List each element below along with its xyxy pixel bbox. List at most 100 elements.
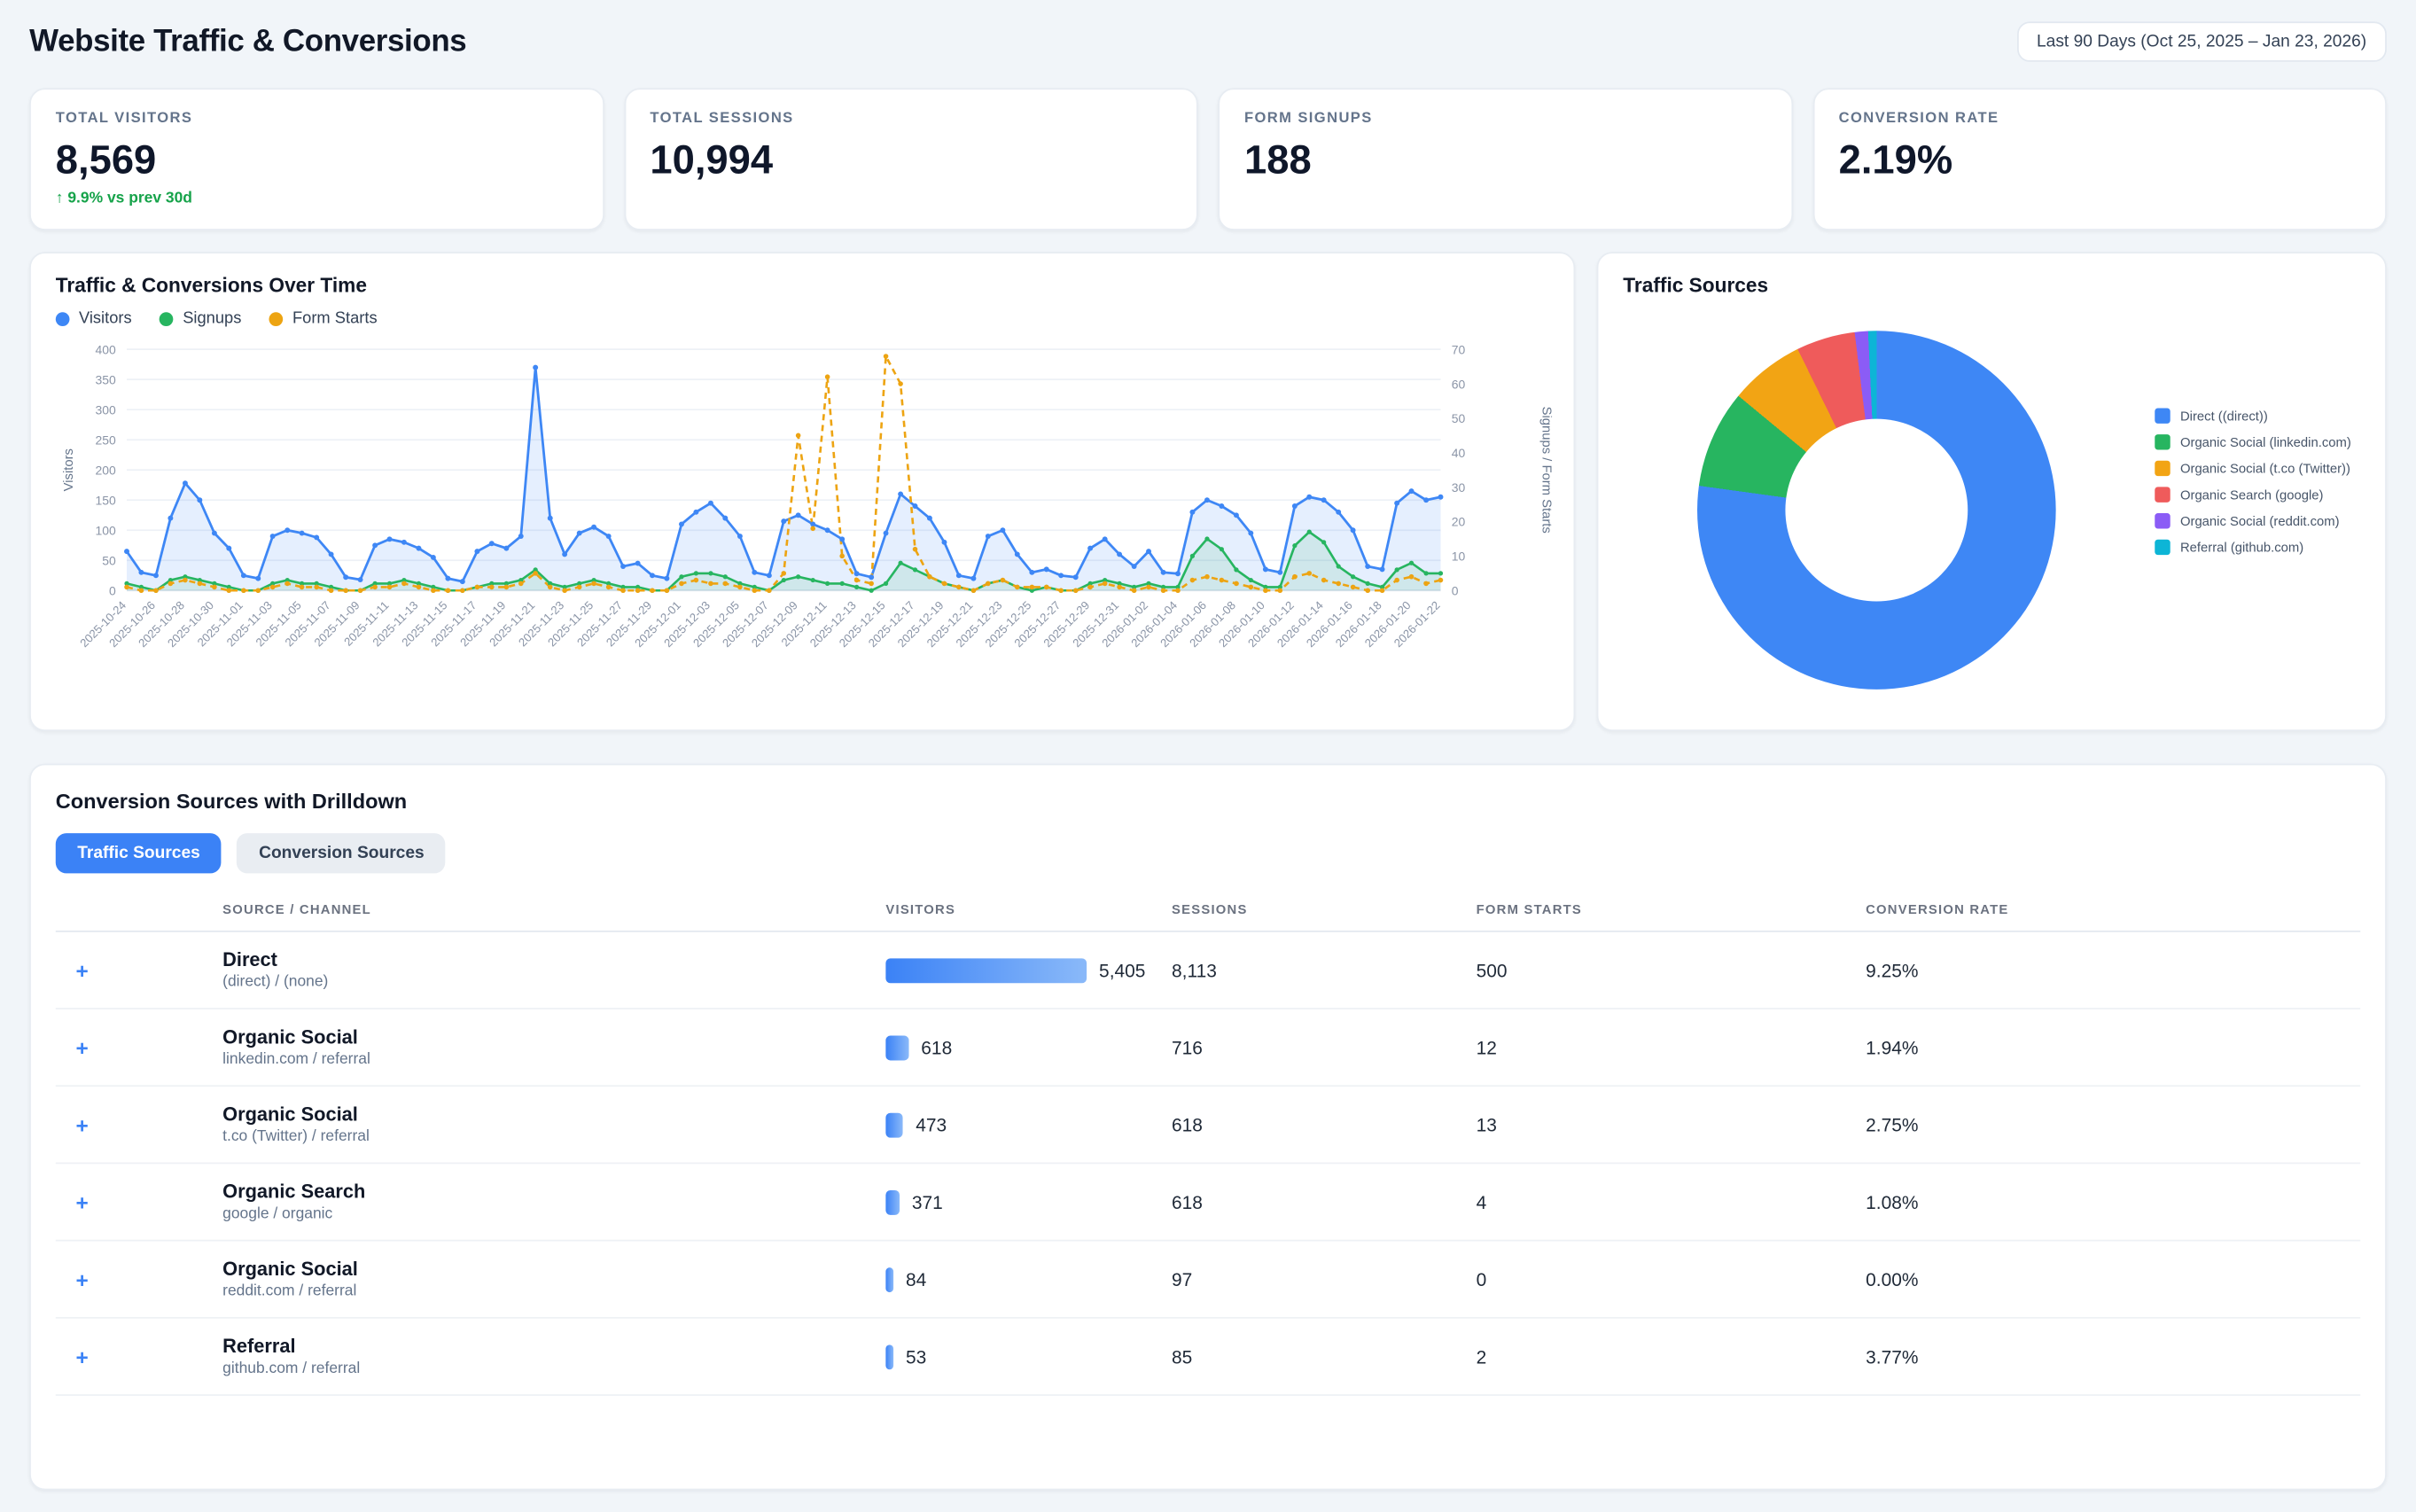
expand-row-button[interactable]: +: [56, 957, 222, 982]
sessions-value: 97: [1172, 1268, 1477, 1290]
table-row: + Organic Social reddit.com / referral 8…: [56, 1242, 2360, 1319]
legend-item-visitors[interactable]: Visitors: [56, 309, 132, 328]
legend-label: Organic Social (reddit.com): [2180, 513, 2340, 528]
conversion-rate-value: 1.94%: [1866, 1036, 2360, 1057]
top-bar: Website Traffic & Conversions Last 90 Da…: [29, 21, 2387, 61]
svg-text:300: 300: [96, 402, 117, 417]
donut-hole: [1785, 419, 1968, 602]
expand-row-button[interactable]: +: [56, 1189, 222, 1214]
svg-text:50: 50: [102, 553, 116, 567]
table-row: + Organic Social linkedin.com / referral…: [56, 1009, 2360, 1087]
traffic-sources-donut-chart[interactable]: [1697, 331, 2056, 690]
date-range-badge[interactable]: Last 90 Days (Oct 25, 2025 – Jan 23, 202…: [2016, 21, 2387, 61]
expand-row-button[interactable]: +: [56, 1344, 222, 1368]
kpi-card-total-sessions: TOTAL SESSIONS 10,994: [624, 88, 1198, 230]
kpi-label: FORM SIGNUPS: [1244, 110, 1766, 127]
svg-text:400: 400: [96, 342, 117, 356]
kpi-value: 10,994: [650, 136, 1172, 183]
form-starts-value: 0: [1477, 1268, 1867, 1290]
svg-text:20: 20: [1452, 515, 1466, 529]
form-starts-value: 12: [1477, 1036, 1867, 1057]
visitors-value: 53: [906, 1345, 926, 1367]
donut-wrap: Direct ((direct)) Organic Social (linked…: [1623, 297, 2360, 690]
swatch-icon: [2155, 540, 2171, 555]
sessions-value: 8,113: [1172, 959, 1477, 980]
form-starts-value: 500: [1477, 959, 1867, 980]
donut-legend-item-github[interactable]: Referral (github.com): [2155, 540, 2351, 555]
svg-text:Visitors: Visitors: [62, 448, 76, 491]
timeseries-chart[interactable]: 0501001502002503003504000102030405060702…: [56, 331, 1552, 683]
svg-text:50: 50: [1452, 411, 1466, 425]
conversion-rate-value: 9.25%: [1866, 959, 2360, 980]
svg-text:100: 100: [96, 523, 117, 537]
svg-text:250: 250: [96, 433, 117, 447]
table-header-source: SOURCE / CHANNEL: [222, 901, 885, 916]
expand-row-button[interactable]: +: [56, 1112, 222, 1137]
expand-row-button[interactable]: +: [56, 1266, 222, 1291]
visitors-value: 371: [912, 1191, 943, 1212]
conversion-rate-value: 3.77%: [1866, 1345, 2360, 1367]
form-starts-value: 2: [1477, 1345, 1867, 1367]
svg-text:Signups / Form Starts: Signups / Form Starts: [1539, 407, 1552, 534]
kpi-row: TOTAL VISITORS 8,569 ↑ 9.9% vs prev 30d …: [29, 88, 2387, 230]
dashboard-root: Website Traffic & Conversions Last 90 Da…: [0, 0, 2416, 1399]
kpi-value: 188: [1244, 136, 1766, 183]
table-header-visitors: VISITORS: [885, 901, 1172, 916]
table-header-form-starts: FORM STARTS: [1477, 901, 1867, 916]
table-header-conversion-rate: CONVERSION RATE: [1866, 901, 2360, 916]
traffic-sources-card: Traffic Sources Direct ((direct)) Organi…: [1597, 252, 2387, 731]
svg-text:10: 10: [1452, 549, 1466, 564]
visitors-cell: 5,405: [885, 957, 1172, 982]
donut-legend: Direct ((direct)) Organic Social (linked…: [2155, 408, 2351, 555]
drilldown-card: Conversion Sources with Drilldown Traffi…: [29, 764, 2387, 1491]
dot-icon: [269, 311, 284, 325]
conversion-rate-value: 0.00%: [1866, 1268, 2360, 1290]
donut-legend-item-linkedin[interactable]: Organic Social (linkedin.com): [2155, 434, 2351, 449]
expand-row-button[interactable]: +: [56, 1035, 222, 1060]
svg-text:0: 0: [109, 583, 116, 597]
legend-label: Direct ((direct)): [2180, 408, 2268, 423]
kpi-value: 2.19%: [1839, 136, 2361, 183]
donut-legend-item-reddit[interactable]: Organic Social (reddit.com): [2155, 513, 2351, 528]
visitors-value: 473: [916, 1114, 947, 1135]
visitors-bar: [885, 1266, 893, 1291]
donut-legend-item-google[interactable]: Organic Search (google): [2155, 487, 2351, 502]
sessions-value: 618: [1172, 1191, 1477, 1212]
page-title: Website Traffic & Conversions: [29, 24, 466, 59]
tab-conversion-sources[interactable]: Conversion Sources: [238, 833, 446, 873]
dot-icon: [56, 311, 70, 325]
visitors-cell: 473: [885, 1112, 1172, 1137]
sessions-value: 85: [1172, 1345, 1477, 1367]
visitors-value: 618: [921, 1036, 952, 1057]
visitors-bar: [885, 1344, 893, 1368]
drilldown-title: Conversion Sources with Drilldown: [56, 790, 2360, 813]
source-channel: linkedin.com / referral: [222, 1051, 885, 1068]
visitors-cell: 371: [885, 1189, 1172, 1214]
visitors-cell: 618: [885, 1035, 1172, 1060]
visitors-bar: [885, 1189, 900, 1214]
donut-legend-item-twitter[interactable]: Organic Social (t.co (Twitter)): [2155, 461, 2351, 476]
table-row: + Direct (direct) / (none) 5,405 8,113 5…: [56, 932, 2360, 1009]
tab-traffic-sources[interactable]: Traffic Sources: [56, 833, 222, 873]
donut-legend-item-direct[interactable]: Direct ((direct)): [2155, 408, 2351, 423]
legend-label: Organic Social (t.co (Twitter)): [2180, 461, 2350, 476]
kpi-value: 8,569: [56, 136, 578, 183]
visitors-cell: 53: [885, 1344, 1172, 1368]
visitors-cell: 84: [885, 1266, 1172, 1291]
visitors-bar: [885, 1035, 908, 1060]
legend-item-form-starts[interactable]: Form Starts: [269, 309, 378, 328]
svg-text:350: 350: [96, 372, 117, 386]
svg-text:40: 40: [1452, 446, 1466, 460]
source-cell: Organic Social t.co (Twitter) / referral: [222, 1103, 885, 1145]
visitors-bar: [885, 957, 1087, 982]
kpi-card-total-visitors: TOTAL VISITORS 8,569 ↑ 9.9% vs prev 30d: [29, 88, 604, 230]
visitors-value: 5,405: [1099, 959, 1145, 980]
charts-row: Traffic & Conversions Over Time Visitors…: [29, 252, 2387, 731]
traffic-sources-title: Traffic Sources: [1623, 274, 2360, 297]
swatch-icon: [2155, 487, 2171, 502]
source-cell: Organic Search google / organic: [222, 1181, 885, 1222]
form-starts-value: 13: [1477, 1114, 1867, 1135]
legend-item-signups[interactable]: Signups: [160, 309, 241, 328]
source-name: Organic Social: [222, 1103, 885, 1125]
form-starts-value: 4: [1477, 1191, 1867, 1212]
